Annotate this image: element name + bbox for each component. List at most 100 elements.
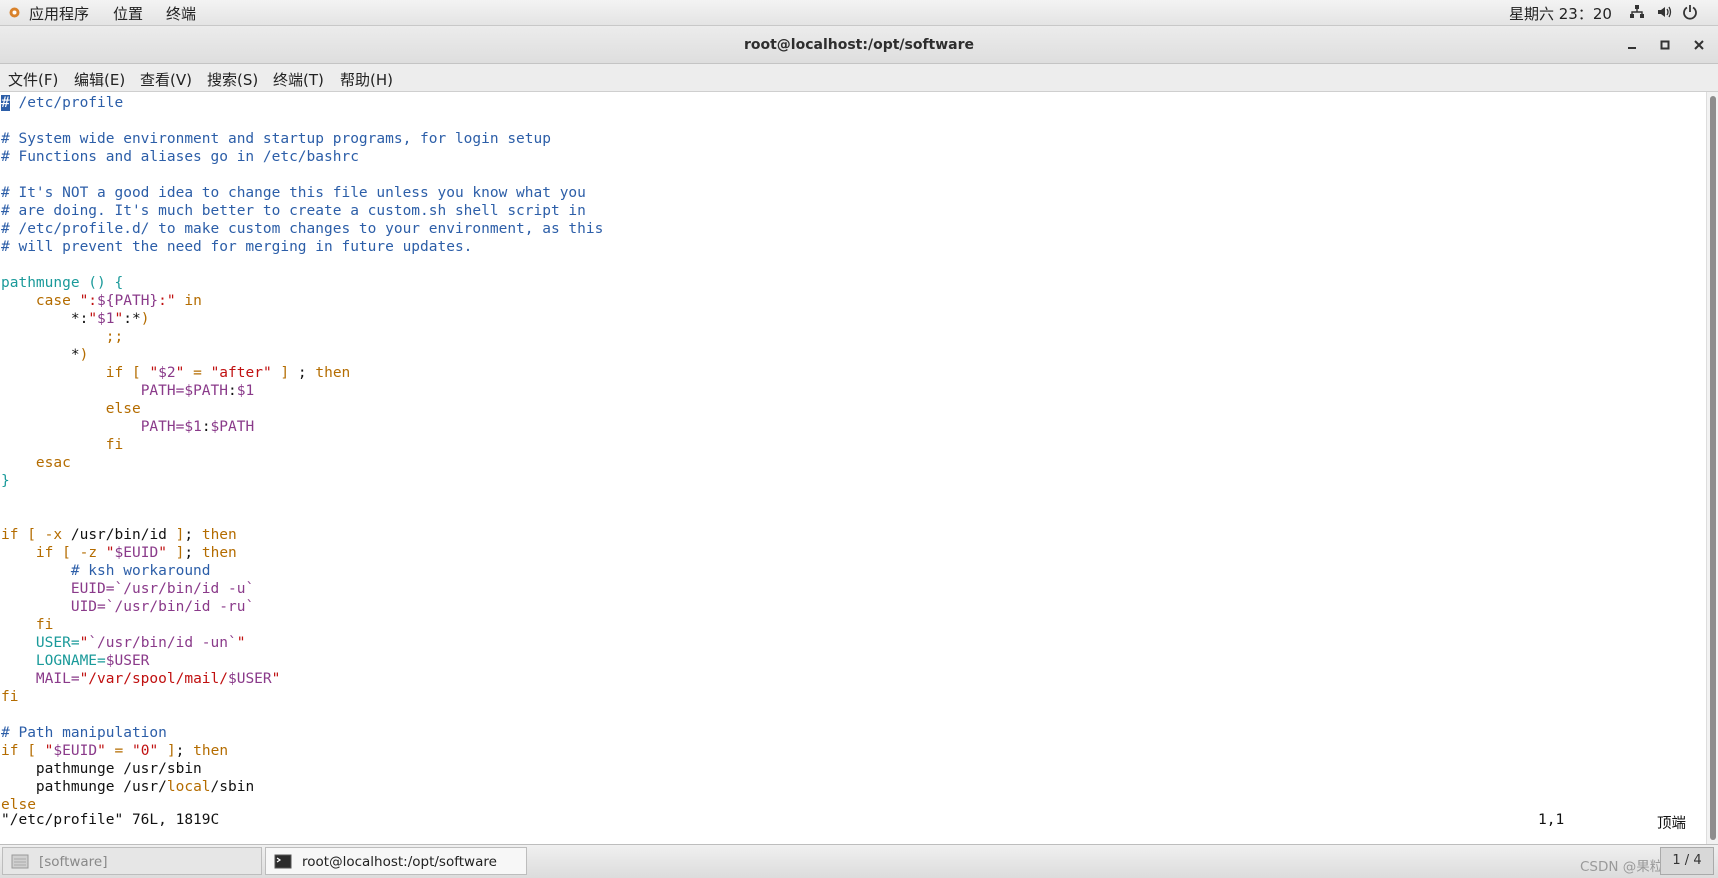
- code-line: pathmunge () {: [1, 274, 603, 292]
- code-token: }: [1, 473, 10, 489]
- close-icon[interactable]: [1688, 34, 1710, 56]
- code-line: MAIL="/var/spool/mail/$USER": [1, 670, 603, 688]
- code-token: PATH=: [140, 383, 185, 399]
- code-token: # /etc/profile.d/ to make custom changes…: [1, 221, 604, 237]
- code-token: fi: [35, 617, 54, 633]
- code-line: if [ "$2" = "after" ] ; then: [1, 364, 603, 382]
- terminal-area[interactable]: # /etc/profile # System wide environment …: [0, 92, 1706, 844]
- code-line: *:"$1":*): [1, 310, 603, 328]
- code-token: then: [201, 545, 237, 561]
- code-token: local: [166, 779, 211, 795]
- vim-status-line: "/etc/profile" 76L, 1819C 1,1 顶端: [1, 812, 1701, 832]
- code-token: pathmunge () {: [1, 275, 124, 291]
- code-token: ": [271, 671, 281, 687]
- terminal-scrollbar[interactable]: [1706, 92, 1718, 844]
- code-token: $1: [184, 419, 202, 435]
- menu-file[interactable]: 文件(F): [8, 69, 58, 90]
- code-token: ": [79, 635, 89, 651]
- code-token: $1: [236, 383, 255, 399]
- code-token: ;: [289, 365, 316, 381]
- vim-buffer[interactable]: # /etc/profile # System wide environment …: [1, 94, 603, 814]
- code-token: :": [158, 293, 176, 309]
- code-token: case: [35, 293, 71, 309]
- code-token: ": [105, 545, 115, 561]
- code-token: ;;: [105, 329, 124, 345]
- code-line: }: [1, 472, 603, 490]
- code-token: ":: [70, 293, 98, 309]
- window-titlebar[interactable]: root@localhost:/opt/software: [0, 26, 1718, 64]
- task-software-window[interactable]: [software]: [2, 847, 262, 875]
- code-token: else: [105, 401, 141, 417]
- menu-help[interactable]: 帮助(H): [340, 69, 393, 90]
- code-token: then: [201, 527, 237, 543]
- code-token: *:: [1, 311, 89, 327]
- code-token: # will prevent the need for merging in f…: [1, 239, 473, 255]
- code-line: esac: [1, 454, 603, 472]
- code-line: # It's NOT a good idea to change this fi…: [1, 184, 603, 202]
- code-line: EUID=`/usr/bin/id -u`: [1, 580, 603, 598]
- code-token: if: [105, 365, 124, 381]
- menu-view[interactable]: 查看(V): [140, 69, 192, 90]
- network-icon[interactable]: [1629, 4, 1645, 20]
- code-line: else: [1, 400, 603, 418]
- code-token: ": [114, 311, 124, 327]
- applications-menu[interactable]: 应用程序: [29, 3, 89, 24]
- workspace-indicator[interactable]: 1 / 4: [1660, 847, 1714, 875]
- volume-icon[interactable]: [1656, 4, 1672, 20]
- power-icon[interactable]: [1682, 4, 1698, 20]
- code-token: `/usr/bin/id -ru`: [105, 599, 255, 615]
- clock[interactable]: 星期六 23：20: [1509, 3, 1612, 24]
- code-token: /usr/bin/id: [62, 527, 176, 543]
- top-panel: 应用程序 位置 终端 星期六 23：20: [0, 0, 1718, 26]
- code-token: $PATH: [210, 419, 255, 435]
- status-scroll-position: 顶端: [1657, 816, 1686, 832]
- scrollbar-thumb[interactable]: [1710, 96, 1716, 840]
- code-token: PATH=: [140, 419, 185, 435]
- minimize-icon[interactable]: [1621, 34, 1643, 56]
- task-terminal-label: root@localhost:/opt/software: [302, 854, 497, 870]
- code-token: ": [149, 365, 159, 381]
- menu-terminal[interactable]: 终端(T): [273, 69, 324, 90]
- task-software-label: [software]: [39, 854, 108, 870]
- code-line: fi: [1, 436, 603, 454]
- applications-icon: [9, 7, 20, 18]
- code-token: ): [79, 347, 89, 363]
- code-line: PATH=$PATH:$1: [1, 382, 603, 400]
- code-token: ;: [184, 527, 202, 543]
- code-line: UID=`/usr/bin/id -ru`: [1, 598, 603, 616]
- maximize-icon[interactable]: [1654, 34, 1676, 56]
- code-token: `/usr/bin/id -un`: [88, 635, 237, 651]
- code-token: -x: [44, 527, 63, 543]
- places-menu[interactable]: 位置: [113, 3, 143, 24]
- code-token: :: [228, 383, 237, 399]
- code-line: fi: [1, 616, 603, 634]
- code-token: /sbin: [210, 779, 255, 795]
- code-token: MAIL=: [35, 671, 80, 687]
- code-token: # It's NOT a good idea to change this fi…: [1, 185, 586, 201]
- menu-search[interactable]: 搜索(S): [207, 69, 258, 90]
- code-line: # Functions and aliases go in /etc/bashr…: [1, 148, 603, 166]
- terminal-app-menu[interactable]: 终端: [166, 3, 196, 24]
- menu-edit[interactable]: 编辑(E): [74, 69, 125, 90]
- code-line: # ksh workaround: [1, 562, 603, 580]
- code-token: ": [97, 743, 106, 759]
- code-token: [: [131, 365, 141, 381]
- code-token: ${PATH}: [97, 293, 159, 309]
- code-token: UID=: [70, 599, 106, 615]
- code-line: pathmunge /usr/sbin: [1, 760, 603, 778]
- task-terminal-window[interactable]: root@localhost:/opt/software: [265, 847, 527, 875]
- code-token: $EUID: [114, 545, 159, 561]
